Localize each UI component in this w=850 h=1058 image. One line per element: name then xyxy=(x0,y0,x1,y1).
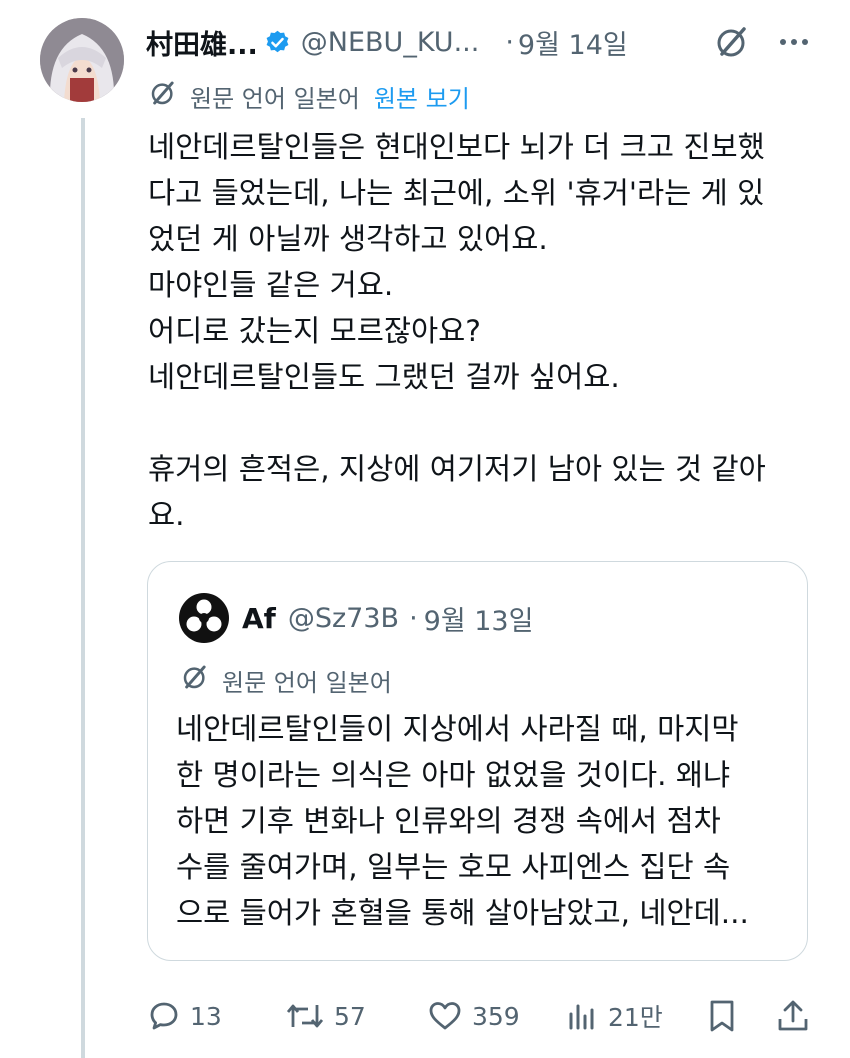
views-button[interactable]: 21만 xyxy=(566,990,663,1042)
grok-icon[interactable] xyxy=(712,22,752,62)
translate-icon xyxy=(180,662,210,698)
post-time[interactable]: 9월 14일 xyxy=(518,23,628,62)
bookmark-icon xyxy=(710,1000,734,1032)
separator-dot: · xyxy=(409,602,418,634)
repost-icon xyxy=(286,1004,324,1028)
share-icon xyxy=(778,1000,808,1031)
quote-line: 네안데르탈인들이 지상에서 사라질 때, 마지막 xyxy=(176,712,739,746)
thread-line xyxy=(81,118,85,1058)
post-line: 요. xyxy=(148,498,185,532)
like-button[interactable]: 359 xyxy=(428,990,520,1042)
separator-dot: · xyxy=(505,26,514,58)
quote-time[interactable]: 9월 13일 xyxy=(424,599,534,638)
post-header: 村田雄... @NEBU_KU... · 9월 14일 xyxy=(146,20,836,64)
repost-button[interactable]: 57 xyxy=(286,990,366,1042)
quote-body: 네안데르탈인들이 지상에서 사라질 때, 마지막 한 명이라는 의식은 아마 없… xyxy=(176,706,796,936)
quote-translation-info: 원문 언어 일본어 xyxy=(180,662,392,698)
translated-from-label: 원문 언어 일본어 xyxy=(190,84,360,113)
translated-from-label: 원문 언어 일본어 xyxy=(222,668,392,697)
author-name[interactable]: 村田雄... xyxy=(146,23,258,62)
post-line: 휴거의 흔적은, 지상에 여기저기 남아 있는 것 같아 xyxy=(148,452,766,486)
post-line: 었던 게 아닐까 생각하고 있어요. xyxy=(148,222,548,256)
translation-info: 원문 언어 일본어 원본 보기 xyxy=(148,78,470,114)
reply-button[interactable]: 13 xyxy=(148,990,222,1042)
quote-line: 수를 줄여가며, 일부는 호모 사피엔스 집단 속 xyxy=(176,850,731,884)
repost-count: 57 xyxy=(334,1001,366,1031)
quote-header: Af @Sz73B · 9월 13일 xyxy=(178,592,533,644)
quote-author-name[interactable]: Af xyxy=(242,602,276,635)
views-icon xyxy=(569,1004,594,1030)
view-count: 21만 xyxy=(608,1003,663,1032)
more-icon[interactable] xyxy=(774,22,814,62)
post-line: 어디로 갔는지 모르잖아요? xyxy=(148,314,481,348)
post-line: 네안데르탈인들도 그랬던 걸까 싶어요. xyxy=(148,360,620,394)
bookmark-button[interactable] xyxy=(706,990,738,1042)
quoted-post[interactable]: Af @Sz73B · 9월 13일 원문 언어 일본어 네안데르탈인들이 지상… xyxy=(147,561,808,961)
quote-line: 으로 들어가 혼혈을 통해 살아남았고, 네안데... xyxy=(176,896,749,930)
post-line: 다고 들었는데, 나는 최근에, 소위 '휴거'라는 게 있 xyxy=(148,176,765,210)
reply-count: 13 xyxy=(190,1001,222,1031)
translate-icon xyxy=(148,78,178,114)
author-handle[interactable]: @NEBU_KU... xyxy=(301,27,480,58)
like-count: 359 xyxy=(472,1001,520,1031)
post-line: 네안데르탈인들은 현대인보다 뇌가 더 크고 진보했 xyxy=(148,130,765,164)
share-button[interactable] xyxy=(776,990,810,1042)
quote-author-handle[interactable]: @Sz73B xyxy=(288,603,399,634)
show-original-link[interactable]: 원본 보기 xyxy=(374,79,470,114)
quote-line: 하면 기후 변화나 인류와의 경쟁 속에서 점차 xyxy=(176,804,721,838)
post-body: 네안데르탈인들은 현대인보다 뇌가 더 크고 진보했 다고 들었는데, 나는 최… xyxy=(148,124,828,538)
post-line: 마야인들 같은 거요. xyxy=(148,268,394,302)
like-icon xyxy=(429,1002,461,1030)
quote-avatar[interactable] xyxy=(178,592,230,644)
action-bar: 13 57 359 21만 xyxy=(146,990,814,1042)
avatar[interactable] xyxy=(40,18,124,102)
verified-badge-icon xyxy=(264,29,291,56)
reply-icon xyxy=(150,1002,178,1030)
quote-line: 한 명이라는 의식은 아마 없었을 것이다. 왜냐 xyxy=(176,758,731,792)
